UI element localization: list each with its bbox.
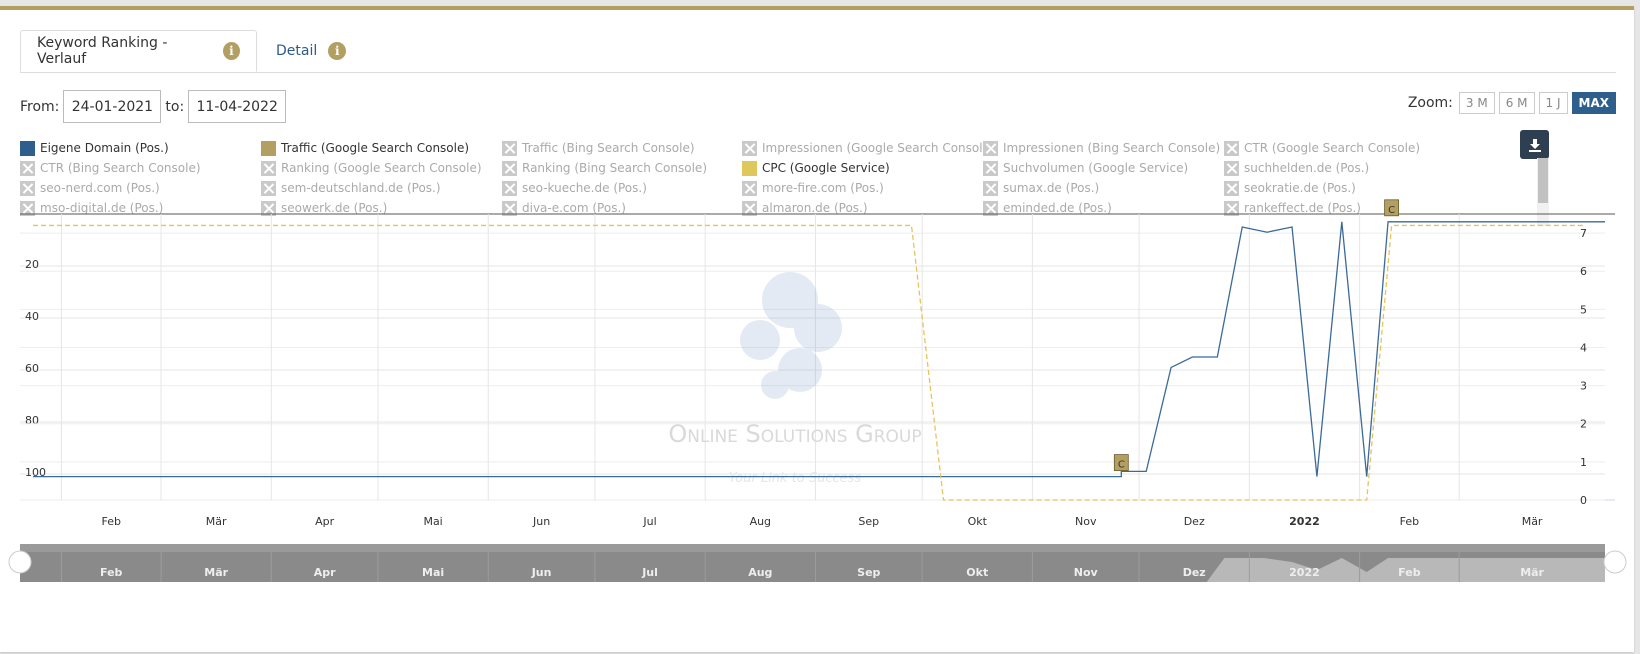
- y-right-tick-label: 6: [1580, 265, 1587, 278]
- navigator-tick-label: Dez: [1183, 566, 1206, 579]
- navigator-top-band: [20, 544, 1605, 552]
- chart-area: 2040608010001234567Feb Mär Apr Mai Jun Jul Aug…: [8, 199, 1627, 582]
- watermark-title: Online Solutions Group: [668, 420, 921, 448]
- flag-label: C: [1118, 460, 1125, 471]
- y-right-tick-label: 5: [1580, 303, 1587, 316]
- chart-panel: Keyword Ranking - Verlauf i Detail i Fro…: [0, 6, 1634, 652]
- y-right-tick-label: 2: [1580, 418, 1587, 431]
- watermark-shape: [740, 320, 780, 360]
- x-tick-label: Jul: [642, 515, 656, 528]
- flag-label: C: [1388, 205, 1395, 216]
- navigator-tick-label: Mär: [1520, 566, 1544, 579]
- y-right-tick-label: 1: [1580, 456, 1587, 469]
- y-right-tick-label: 4: [1580, 341, 1587, 354]
- x-tick-label: Nov: [1075, 515, 1097, 528]
- x-tick-label: Sep: [858, 515, 879, 528]
- watermark-shape: [761, 371, 789, 399]
- y-left-tick-label: 40: [25, 310, 39, 323]
- x-tick-label: Mär: [1522, 515, 1543, 528]
- navigator-tick-label: Jul: [641, 566, 658, 579]
- y-right-tick-label: 0: [1580, 494, 1587, 507]
- navigator-tick-label: Nov: [1074, 566, 1099, 579]
- watermark-shape: [794, 304, 842, 352]
- watermark-logo: [740, 272, 842, 399]
- y-right-tick-label: 3: [1580, 380, 1587, 393]
- navigator-handle: [8, 550, 32, 574]
- x-tick-label: Jun: [532, 515, 550, 528]
- navigator-tick-label: Feb: [100, 566, 123, 579]
- y-left-tick-label: 60: [25, 362, 39, 375]
- navigator-tick-label: Apr: [314, 566, 336, 579]
- y-right-tick-label: 7: [1580, 227, 1587, 240]
- navigator-tick-label: Mai: [422, 566, 444, 579]
- x-tick-label: 2022: [1289, 515, 1320, 528]
- x-tick-label: Dez: [1184, 515, 1205, 528]
- navigator-tick-label: Jun: [531, 566, 552, 579]
- navigator-tick-label: Okt: [966, 566, 988, 579]
- navigator-tick-label: 2022: [1289, 566, 1320, 579]
- x-tick-label: Aug: [750, 515, 771, 528]
- x-tick-label: Apr: [315, 515, 335, 528]
- navigator-handle: [1603, 550, 1627, 574]
- navigator-tick-label: Feb: [1398, 566, 1421, 579]
- navigator-tick-label: Sep: [857, 566, 880, 579]
- watermark-tagline: Your Link to Success: [729, 471, 862, 486]
- x-tick-label: Okt: [968, 515, 988, 528]
- x-tick-label: Mär: [206, 515, 227, 528]
- x-tick-label: Mai: [423, 515, 442, 528]
- x-tick-label: Feb: [102, 515, 121, 528]
- y-left-tick-label: 20: [25, 258, 39, 271]
- y-left-tick-label: 80: [25, 414, 39, 427]
- navigator-tick-label: Mär: [204, 566, 228, 579]
- navigator-tick-label: Aug: [748, 566, 772, 579]
- x-tick-label: Feb: [1400, 515, 1419, 528]
